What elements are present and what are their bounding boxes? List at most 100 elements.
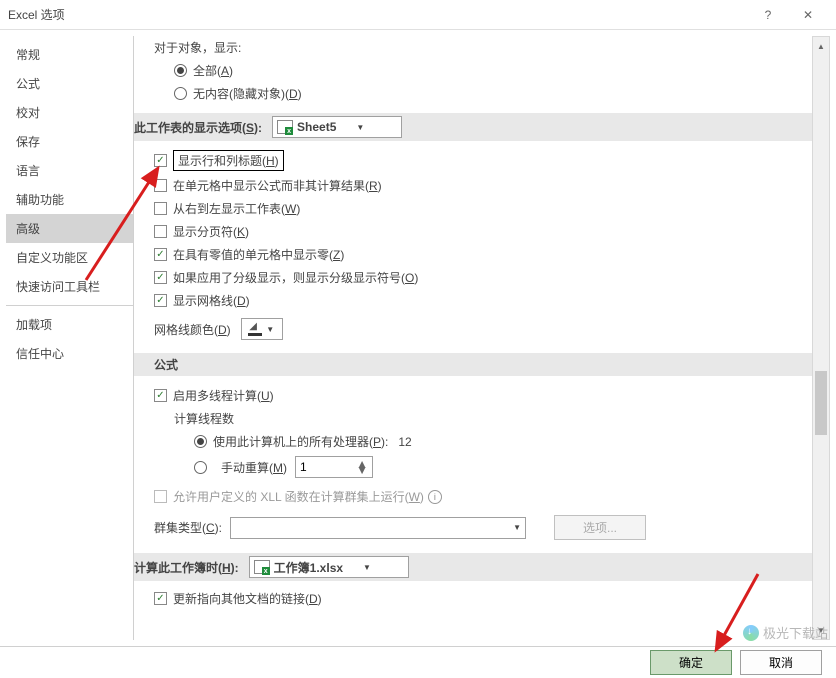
- sidebar-item-addins[interactable]: 加载项: [6, 310, 133, 339]
- chevron-down-icon: ▼: [356, 123, 364, 132]
- checkbox-show-headers[interactable]: [154, 154, 167, 167]
- objects-all-row[interactable]: 全部(A): [134, 59, 812, 82]
- gridlines-label: 显示网格线(D): [173, 292, 250, 309]
- zeros-label: 在具有零值的单元格中显示零(Z): [173, 246, 344, 263]
- objects-header: 对于对象，显示:: [154, 39, 241, 56]
- radio-none-icon[interactable]: [174, 87, 187, 100]
- main-area: 常规 公式 校对 保存 语言 辅助功能 高级 自定义功能区 快速访问工具栏 加载…: [0, 30, 836, 640]
- titlebar: Excel 选项 ? ✕: [0, 0, 836, 30]
- allprocessors-label: 使用此计算机上的所有处理器(P): 12: [213, 433, 412, 450]
- options-button: 选项...: [554, 515, 646, 540]
- checkbox-show-formulas[interactable]: [154, 179, 167, 192]
- sidebar-separator: [6, 305, 133, 306]
- show-headers-highlight: 显示行和列标题(H): [173, 150, 284, 171]
- cluster-label: 群集类型(C):: [154, 519, 222, 536]
- threadcount-label: 计算线程数: [174, 410, 234, 427]
- radio-all-icon[interactable]: [174, 64, 187, 77]
- sidebar-item-quick-access[interactable]: 快速访问工具栏: [6, 272, 133, 301]
- multithread-label: 启用多线程计算(U): [173, 387, 274, 404]
- workbook-section-label: 计算此工作簿时(H):: [134, 559, 239, 576]
- cluster-combo[interactable]: ▼: [230, 517, 526, 539]
- checkbox-gridlines[interactable]: [154, 294, 167, 307]
- pagebreaks-row[interactable]: 显示分页符(K): [134, 220, 812, 243]
- paint-bucket-icon: [249, 323, 263, 335]
- gridcolor-label: 网格线颜色(D): [154, 321, 231, 338]
- gridcolor-picker[interactable]: ▼: [241, 318, 283, 340]
- sheet-icon: [277, 120, 293, 134]
- worksheet-section-label: 此工作表的显示选项(S):: [134, 119, 262, 136]
- sidebar-item-trust-center[interactable]: 信任中心: [6, 339, 133, 368]
- rtl-row[interactable]: 从右到左显示工作表(W): [134, 197, 812, 220]
- xll-label: 允许用户定义的 XLL 函数在计算群集上运行(W): [173, 488, 424, 505]
- sidebar-item-save[interactable]: 保存: [6, 127, 133, 156]
- formulas-section-head: 公式: [134, 353, 812, 376]
- gridcolor-row: 网格线颜色(D) ▼: [134, 315, 812, 343]
- worksheet-combo-value: Sheet5: [297, 120, 336, 134]
- rtl-label: 从右到左显示工作表(W): [173, 200, 300, 217]
- radio-manual[interactable]: [194, 461, 207, 474]
- info-icon[interactable]: i: [428, 490, 442, 504]
- cancel-button[interactable]: 取消: [740, 650, 822, 675]
- watermark-logo-icon: [743, 625, 759, 641]
- show-headers-label: 显示行和列标题(H): [178, 154, 279, 168]
- show-formulas-label: 在单元格中显示公式而非其计算结果(R): [173, 177, 382, 194]
- worksheet-combo[interactable]: Sheet5 ▼: [272, 116, 402, 138]
- sidebar-item-proofing[interactable]: 校对: [6, 98, 133, 127]
- show-headers-row[interactable]: 显示行和列标题(H): [134, 147, 812, 174]
- radio-none-label: 无内容(隐藏对象)(D): [193, 85, 302, 102]
- sidebar-item-general[interactable]: 常规: [6, 40, 133, 69]
- chevron-down-icon: ▼: [266, 325, 274, 334]
- footer: 确定 取消: [0, 646, 836, 678]
- workbook-section-head: 计算此工作簿时(H): 工作簿1.xlsx ▼: [134, 553, 812, 581]
- objects-header-row: 对于对象，显示:: [134, 36, 812, 59]
- sidebar-item-accessibility[interactable]: 辅助功能: [6, 185, 133, 214]
- checkbox-outline[interactable]: [154, 271, 167, 284]
- manual-input[interactable]: 1 ▲▼: [295, 456, 373, 478]
- worksheet-section-head: 此工作表的显示选项(S): Sheet5 ▼: [134, 113, 812, 141]
- sidebar-item-formulas[interactable]: 公式: [6, 69, 133, 98]
- pagebreaks-label: 显示分页符(K): [173, 223, 249, 240]
- cluster-row: 群集类型(C): ▼ 选项...: [134, 512, 812, 543]
- sidebar-item-language[interactable]: 语言: [6, 156, 133, 185]
- chevron-down-icon: ▼: [363, 563, 371, 572]
- checkbox-updatelinks[interactable]: [154, 592, 167, 605]
- chevron-down-icon: ▼: [513, 523, 521, 532]
- workbook-combo[interactable]: 工作簿1.xlsx ▼: [249, 556, 409, 578]
- updatelinks-label: 更新指向其他文档的链接(D): [173, 590, 322, 607]
- manual-row[interactable]: 手动重算(M) 1 ▲▼: [134, 453, 812, 481]
- vertical-scrollbar[interactable]: ▲ ▼: [812, 36, 830, 640]
- sidebar-item-advanced[interactable]: 高级: [6, 214, 133, 243]
- radio-all-label: 全部(A): [193, 62, 233, 79]
- checkbox-pagebreaks[interactable]: [154, 225, 167, 238]
- outline-label: 如果应用了分级显示，则显示分级显示符号(O): [173, 269, 418, 286]
- scroll-thumb[interactable]: [815, 371, 827, 435]
- sidebar: 常规 公式 校对 保存 语言 辅助功能 高级 自定义功能区 快速访问工具栏 加载…: [6, 36, 134, 640]
- zeros-row[interactable]: 在具有零值的单元格中显示零(Z): [134, 243, 812, 266]
- watermark-text: 极光下载站: [763, 623, 828, 642]
- gridlines-row[interactable]: 显示网格线(D): [134, 289, 812, 312]
- multithread-row[interactable]: 启用多线程计算(U): [134, 384, 812, 407]
- checkbox-multithread[interactable]: [154, 389, 167, 402]
- close-button[interactable]: ✕: [788, 0, 828, 30]
- threadcount-label-row: 计算线程数: [134, 407, 812, 430]
- checkbox-xll: [154, 490, 167, 503]
- content-panel: 对于对象，显示: 全部(A) 无内容(隐藏对象)(D) 此工作表的显示选项(S)…: [134, 36, 812, 640]
- outline-row[interactable]: 如果应用了分级显示，则显示分级显示符号(O): [134, 266, 812, 289]
- scroll-up-icon[interactable]: ▲: [813, 37, 829, 55]
- window-title: Excel 选项: [8, 6, 748, 23]
- workbook-combo-value: 工作簿1.xlsx: [274, 559, 343, 576]
- checkbox-rtl[interactable]: [154, 202, 167, 215]
- objects-none-row[interactable]: 无内容(隐藏对象)(D): [134, 82, 812, 105]
- allprocessors-row[interactable]: 使用此计算机上的所有处理器(P): 12: [134, 430, 812, 453]
- manual-label: 手动重算(M): [221, 459, 287, 476]
- help-button[interactable]: ?: [748, 0, 788, 30]
- checkbox-zeros[interactable]: [154, 248, 167, 261]
- updatelinks-row[interactable]: 更新指向其他文档的链接(D): [134, 587, 812, 610]
- workbook-icon: [254, 560, 270, 574]
- radio-allprocessors[interactable]: [194, 435, 207, 448]
- sidebar-item-customize-ribbon[interactable]: 自定义功能区: [6, 243, 133, 272]
- ok-button[interactable]: 确定: [650, 650, 732, 675]
- content-wrap: 对于对象，显示: 全部(A) 无内容(隐藏对象)(D) 此工作表的显示选项(S)…: [134, 36, 830, 640]
- watermark: 极光下载站: [743, 623, 828, 642]
- show-formulas-row[interactable]: 在单元格中显示公式而非其计算结果(R): [134, 174, 812, 197]
